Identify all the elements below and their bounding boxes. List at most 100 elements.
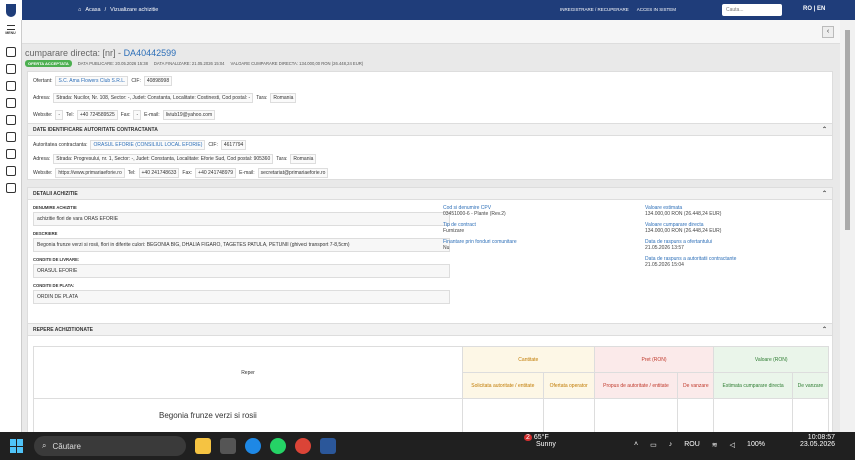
col-value: Valoare (RON) bbox=[713, 346, 829, 373]
scrollbar-thumb[interactable] bbox=[845, 30, 850, 230]
bidder-website: - bbox=[55, 110, 64, 120]
bidder-cif: 40898998 bbox=[143, 76, 173, 86]
date-finalized: DATA FINALIZARE: 21.05.2026 15:04 bbox=[153, 61, 225, 66]
authority-phone: +40 241748633 bbox=[138, 168, 180, 178]
document-icon[interactable] bbox=[5, 47, 16, 57]
eu-funding-label: Finantare prin fonduri comunitare bbox=[443, 239, 517, 245]
direct-value: 134.000,00 RON (26.448,24 EUR) bbox=[645, 228, 722, 234]
chevron-up-icon[interactable]: ⌃ bbox=[822, 326, 827, 333]
bidder-label: Ofertant: bbox=[33, 78, 53, 84]
bidder-name[interactable]: S.C. Ama Flowers Club S.R.L. bbox=[55, 76, 129, 86]
back-button[interactable]: ‹ bbox=[822, 26, 834, 38]
cell bbox=[791, 398, 830, 432]
col-price: Pret (RON) bbox=[593, 346, 715, 373]
table-row: Begonia frunze verzi si rosii bbox=[33, 398, 830, 432]
bidder-phone: +40 724589525 bbox=[76, 110, 118, 120]
taskbar-search[interactable]: ⌕ Căutare bbox=[34, 436, 186, 456]
authority-country: Romania bbox=[290, 154, 317, 164]
help-icon[interactable] bbox=[5, 115, 16, 125]
chevron-up-icon[interactable]: ˄ bbox=[634, 441, 638, 449]
input-language[interactable]: ROU bbox=[684, 441, 700, 449]
bidder-address: Strada: Nucilor, Nr. 108, Sector: -, Jud… bbox=[53, 93, 254, 103]
website-label: Website: bbox=[33, 112, 53, 118]
table-icon[interactable] bbox=[5, 166, 16, 176]
breadcrumb-separator: / bbox=[104, 7, 107, 13]
sub-toolbar: ‹ bbox=[22, 20, 840, 44]
scrollbar[interactable] bbox=[840, 20, 855, 432]
authority-cif-label: CIF: bbox=[208, 142, 218, 148]
col-proposed: Propus de autoritate / entitate bbox=[593, 372, 679, 399]
whatsapp-icon[interactable] bbox=[270, 438, 286, 454]
list-icon[interactable] bbox=[5, 64, 16, 74]
clock[interactable]: 10:08:57 23.05.2026 bbox=[800, 434, 835, 448]
authority-panel: DATE IDENTIFICARE AUTORITATE CONTRACTANT… bbox=[27, 123, 833, 180]
authority-website[interactable]: https://www.primariaeforie.ro bbox=[55, 168, 125, 178]
menu-button[interactable]: MENU bbox=[0, 20, 21, 40]
register-link[interactable]: INREGISTRARE / RECUPERARE bbox=[560, 7, 629, 12]
items-panel-header[interactable]: REPERE ACHIZITIONATE ⌃ bbox=[28, 324, 832, 336]
main-content: ‹ cumparare directa: [nr] - DA40442599 O… bbox=[22, 20, 840, 432]
language-switch[interactable]: RO | EN bbox=[803, 6, 825, 12]
clock-date: 23.05.2026 bbox=[800, 441, 836, 448]
id-card-icon[interactable] bbox=[5, 149, 16, 159]
details-panel-header[interactable]: DETALII ACHIZITIE ⌃ bbox=[28, 188, 832, 200]
site-logo[interactable] bbox=[0, 0, 22, 20]
breadcrumb: ⌂ Acasa / Vizualizare achizitie bbox=[78, 7, 158, 13]
menu-label: MENU bbox=[5, 31, 16, 35]
system-tray: ˄ ▭ ♪ ROU ≋ ◁ 100% bbox=[634, 441, 765, 449]
title-prefix: cumparare directa: [nr] - bbox=[25, 48, 122, 58]
items-panel: REPERE ACHIZITIONATE ⌃ Reper Cantitate Pr… bbox=[27, 323, 833, 432]
col-estimated: Estimata cumparare directa bbox=[713, 372, 793, 399]
chevron-up-icon[interactable]: ⌃ bbox=[822, 190, 827, 197]
col-reper: Reper bbox=[33, 346, 463, 399]
camera-icon[interactable]: ▭ bbox=[650, 441, 657, 449]
login-link[interactable]: ACCES IN SISTEM bbox=[637, 7, 676, 12]
home-icon[interactable]: ⌂ bbox=[78, 7, 81, 13]
authority-header-title: DATE IDENTIFICARE AUTORITATE CONTRACTANT… bbox=[33, 127, 158, 133]
direct-purchase-value: VALOARE CUMPARARE DIRECTA: 134.000,00 RO… bbox=[230, 61, 364, 66]
wifi-icon[interactable]: ≋ bbox=[712, 441, 718, 449]
country-label: Tara: bbox=[256, 95, 268, 101]
folder-icon[interactable] bbox=[5, 81, 16, 91]
sidebar: MENU bbox=[0, 20, 22, 432]
volume-icon[interactable]: ◁ bbox=[730, 441, 735, 449]
breadcrumb-home[interactable]: Acasa bbox=[85, 7, 100, 13]
contacts-icon[interactable] bbox=[5, 98, 16, 108]
file-explorer-icon[interactable] bbox=[195, 438, 211, 454]
bidder-country: Romania bbox=[270, 93, 297, 103]
authority-panel-header[interactable]: DATE IDENTIFICARE AUTORITATE CONTRACTANT… bbox=[28, 124, 832, 136]
calculator-icon[interactable] bbox=[5, 132, 16, 142]
search-input[interactable]: Cauta... bbox=[722, 4, 782, 16]
weather-widget[interactable]: 2 65°F Sunny bbox=[524, 434, 556, 448]
items-header-title: REPERE ACHIZITIONATE bbox=[33, 327, 94, 333]
battery-level[interactable]: 100% bbox=[747, 441, 765, 449]
cpv-value: 03451000-6 - Plante (Rev.2) bbox=[443, 211, 506, 217]
edge-icon[interactable] bbox=[245, 438, 261, 454]
cell bbox=[677, 398, 715, 432]
item-name: Begonia frunze verzi si rosii bbox=[33, 398, 463, 432]
cif-label: CIF: bbox=[131, 78, 141, 84]
details-middle-column: Cod si denumire CPV 03451000-6 - Plante (… bbox=[443, 200, 517, 251]
authority-website-label: Website: bbox=[33, 170, 53, 176]
store-icon[interactable] bbox=[220, 438, 236, 454]
word-icon[interactable] bbox=[320, 438, 336, 454]
procurement-details-panel: DETALII ACHIZITIE ⌃ DENUMIRE ACHIZITIE ac… bbox=[27, 187, 833, 329]
fax-label: Fax: bbox=[120, 112, 131, 118]
authority-email: secretariat@primariaeforie.ro bbox=[257, 168, 329, 178]
microphone-icon[interactable]: ♪ bbox=[669, 441, 673, 449]
chrome-icon[interactable] bbox=[295, 438, 311, 454]
chat-icon[interactable] bbox=[5, 183, 16, 193]
details-right-column: Valoare estimata 134.000,00 RON (26.448,2… bbox=[645, 200, 736, 268]
authority-name[interactable]: ORASUL EFORIE (CONSILIUL LOCAL EFORIE) bbox=[90, 140, 206, 150]
chevron-up-icon[interactable]: ⌃ bbox=[822, 126, 827, 133]
weather-notif-badge: 2 bbox=[524, 434, 532, 441]
authority-phone-label: Tel: bbox=[127, 170, 136, 176]
windows-start-icon[interactable] bbox=[10, 439, 24, 453]
phone-label: Tel: bbox=[66, 112, 74, 118]
authority-email-label: E-mail: bbox=[239, 170, 255, 176]
items-table: Reper Cantitate Pret (RON) Valoare (RON)… bbox=[33, 346, 830, 432]
details-header-title: DETALII ACHIZITIE bbox=[33, 191, 78, 197]
cell bbox=[542, 398, 595, 432]
top-navbar: ⌂ Acasa / Vizualizare achizitie INREGIST… bbox=[0, 0, 855, 20]
title-code: DA40442599 bbox=[123, 48, 177, 58]
